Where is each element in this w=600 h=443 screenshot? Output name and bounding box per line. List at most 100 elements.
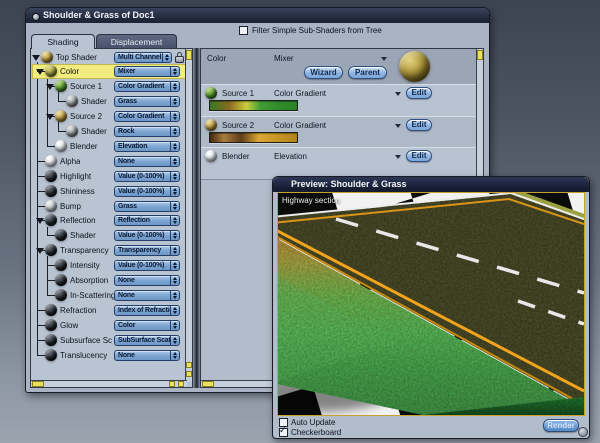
shader-type-dropdown[interactable]: Value (0-100%): [114, 185, 180, 197]
disclosure-triangle-icon[interactable]: [36, 248, 44, 255]
tree-row-source-1[interactable]: Source 1 Color Gradient: [32, 79, 185, 94]
render-viewport[interactable]: Highway section: [277, 192, 585, 416]
tree-row-shader[interactable]: Shader Grass: [32, 94, 185, 109]
shader-type-dropdown[interactable]: Rock: [114, 126, 180, 137]
preview-window: Preview: Shoulder & Grass Highway sectio…: [272, 176, 590, 439]
shader-type-dropdown[interactable]: Grass: [114, 200, 180, 212]
resize-grip[interactable]: [578, 427, 588, 437]
shader-type-dropdown[interactable]: Color: [114, 319, 180, 331]
shader-type-dropdown[interactable]: None: [114, 349, 180, 361]
tree-row-top-shader[interactable]: Top Shader Multi Channel: [32, 50, 185, 65]
chevron-down-icon[interactable]: [381, 57, 387, 61]
wizard-button[interactable]: Wizard: [304, 66, 343, 79]
main-title-bar[interactable]: Shoulder & Grass of Doc1: [26, 8, 489, 23]
shader-sphere-icon: [45, 154, 57, 167]
filter-subshaders-checkbox[interactable]: [239, 26, 248, 35]
scroll-arrow-button[interactable]: [186, 362, 192, 368]
tree-row-label: Shininess: [60, 186, 95, 196]
tree-row-label: Alpha: [60, 156, 81, 166]
detail-row-source-1[interactable]: Source 1 Color Gradient Edit: [201, 84, 476, 117]
tree-row-translucency[interactable]: Translucency None: [32, 348, 185, 363]
tree-row-highlight[interactable]: Highlight Value (0-100%): [32, 169, 185, 184]
detail-row-blender[interactable]: Blender Elevation Edit: [201, 147, 476, 180]
tree-row-bump[interactable]: Bump Grass: [32, 199, 185, 214]
tree-connector: [37, 339, 45, 341]
render-button[interactable]: Render: [543, 419, 579, 432]
tree-row-source-2[interactable]: Source 2 Color Gradient: [32, 109, 185, 124]
down-arrow-icon: [173, 102, 177, 106]
tree-row-absorption[interactable]: Absorption None: [32, 273, 185, 288]
shader-type-dropdown[interactable]: Reflection: [114, 215, 180, 227]
scroll-thumb[interactable]: [477, 50, 483, 60]
dropdown-arrows-icon: [170, 261, 179, 271]
parent-button[interactable]: Parent: [348, 66, 387, 79]
shader-preview-sphere: [399, 51, 430, 82]
shader-type-dropdown[interactable]: Mixer: [114, 66, 180, 78]
color-gradient-bar[interactable]: [209, 100, 298, 111]
shader-type-dropdown[interactable]: None: [114, 155, 180, 167]
tree-row-alpha[interactable]: Alpha None: [32, 154, 185, 169]
tree-row-reflection[interactable]: Reflection Reflection: [32, 213, 185, 228]
checkerboard-checkbox[interactable]: [279, 425, 288, 437]
chevron-down-icon[interactable]: [395, 123, 401, 128]
tree-row-in-scattering[interactable]: In-Scattering None: [32, 288, 185, 303]
tab-displacement[interactable]: Displacement: [96, 34, 177, 49]
tree-row-glow[interactable]: Glow Color: [32, 318, 185, 333]
up-arrow-icon: [173, 351, 177, 355]
dropdown-arrows-icon: [170, 97, 179, 107]
color-gradient-bar[interactable]: [209, 131, 298, 143]
shader-type-dropdown[interactable]: Multi Channel: [114, 51, 172, 63]
scroll-thumb[interactable]: [32, 381, 44, 387]
shader-type-dropdown[interactable]: Color Gradient: [114, 81, 180, 93]
shader-sphere-icon: [55, 288, 67, 301]
shader-type-dropdown[interactable]: None: [114, 275, 180, 286]
shader-type-dropdown[interactable]: Index of Refraction: [114, 304, 180, 316]
edit-button[interactable]: Edit: [406, 150, 432, 162]
disclosure-triangle-icon[interactable]: [36, 69, 44, 76]
tree-row-shininess[interactable]: Shininess Value (0-100%): [32, 184, 185, 199]
shader-type-dropdown[interactable]: Elevation: [114, 140, 180, 152]
scroll-arrow-button[interactable]: [169, 381, 175, 387]
shader-type-dropdown[interactable]: Color Gradient: [114, 111, 180, 123]
tree-row-transparency[interactable]: Transparency Transparency: [32, 243, 185, 258]
tree-row-refraction[interactable]: Refraction Index of Refraction: [32, 303, 185, 318]
disclosure-triangle-icon[interactable]: [32, 54, 40, 61]
tree-row-blender[interactable]: Blender Elevation: [32, 139, 185, 154]
tree-row-subsurface-sc[interactable]: Subsurface Sc SubSurface Scattering: [32, 333, 185, 348]
shader-type-dropdown[interactable]: Value (0-100%): [114, 260, 180, 272]
tree-row-intensity[interactable]: Intensity Value (0-100%): [32, 258, 185, 273]
shader-type-dropdown[interactable]: Value (0-100%): [114, 170, 180, 182]
scroll-arrow-button[interactable]: [178, 381, 184, 387]
shader-type-dropdown[interactable]: Grass: [114, 96, 180, 108]
detail-row-source-2[interactable]: Source 2 Color Gradient Edit: [201, 115, 476, 148]
chevron-down-icon[interactable]: [395, 92, 401, 96]
tree-vertical-scrollbar[interactable]: [185, 49, 192, 382]
tree-row-label: Refraction: [60, 305, 97, 315]
shader-sphere-icon: [45, 65, 57, 78]
scroll-thumb[interactable]: [186, 50, 192, 60]
tree-row-color[interactable]: Color Mixer: [32, 64, 185, 80]
dropdown-value: Multi Channel: [118, 53, 162, 61]
edit-button[interactable]: Edit: [406, 118, 432, 131]
disclosure-triangle-icon[interactable]: [46, 84, 54, 91]
shader-type-dropdown[interactable]: Value (0-100%): [114, 230, 180, 242]
shader-type-dropdown[interactable]: None: [114, 289, 180, 301]
scroll-arrow-button[interactable]: [186, 371, 192, 377]
preview-title-bar[interactable]: Preview: Shoulder & Grass: [273, 177, 589, 192]
tree-connector: [58, 101, 66, 103]
tree-horizontal-scrollbar[interactable]: [31, 380, 187, 387]
shader-type-dropdown[interactable]: SubSurface Scattering: [114, 334, 180, 346]
tab-shading[interactable]: Shading: [31, 34, 95, 49]
tree-row-shader[interactable]: Shader Rock: [32, 124, 185, 139]
edit-button[interactable]: Edit: [406, 87, 432, 99]
dropdown-arrows-icon: [170, 276, 179, 285]
chevron-down-icon[interactable]: [395, 155, 401, 159]
shader-type-dropdown[interactable]: Transparency: [114, 245, 180, 257]
disclosure-triangle-icon[interactable]: [36, 218, 44, 225]
tree-row-shader[interactable]: Shader Value (0-100%): [32, 228, 185, 243]
shader-sphere-icon: [205, 118, 217, 131]
scroll-thumb[interactable]: [202, 381, 214, 387]
disclosure-triangle-icon[interactable]: [46, 114, 54, 121]
window-collapse-icon[interactable]: [32, 13, 40, 21]
up-arrow-icon: [173, 291, 177, 295]
